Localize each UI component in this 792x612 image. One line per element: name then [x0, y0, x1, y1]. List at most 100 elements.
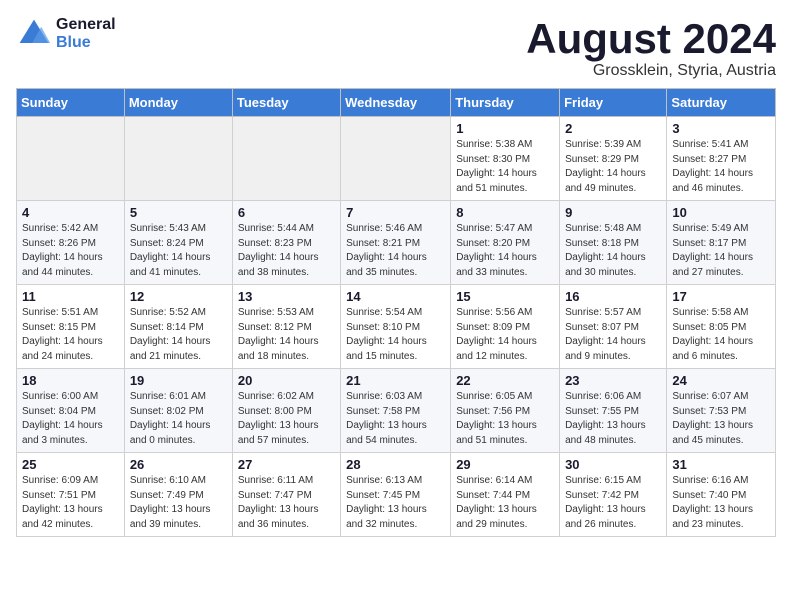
day-number: 17 — [672, 289, 770, 304]
day-info: Sunrise: 5:47 AM Sunset: 8:20 PM Dayligh… — [456, 222, 554, 280]
day-number: 31 — [672, 457, 770, 472]
day-number: 25 — [22, 457, 119, 472]
calendar-cell: 27 Sunrise: 6:11 AM Sunset: 7:47 PM Dayli… — [232, 453, 340, 537]
day-number: 30 — [565, 457, 661, 472]
calendar-cell: 12 Sunrise: 5:52 AM Sunset: 8:14 PM Dayli… — [124, 285, 232, 369]
day-number: 8 — [456, 205, 554, 220]
logo: General Blue — [16, 16, 116, 52]
calendar-cell: 9 Sunrise: 5:48 AM Sunset: 8:18 PM Daylig… — [560, 201, 667, 285]
week-row-4: 18 Sunrise: 6:00 AM Sunset: 8:04 PM Dayli… — [17, 369, 776, 453]
day-info: Sunrise: 5:39 AM Sunset: 8:29 PM Dayligh… — [565, 138, 661, 196]
day-info: Sunrise: 5:52 AM Sunset: 8:14 PM Dayligh… — [130, 306, 227, 364]
calendar-cell: 28 Sunrise: 6:13 AM Sunset: 7:45 PM Dayli… — [341, 453, 451, 537]
day-info: Sunrise: 6:15 AM Sunset: 7:42 PM Dayligh… — [565, 474, 661, 532]
day-number: 13 — [238, 289, 335, 304]
calendar-cell: 7Sunrise: 5:46 AM Sunset: 8:21 PM Daylig… — [341, 201, 451, 285]
day-info: Sunrise: 5:57 AM Sunset: 8:07 PM Dayligh… — [565, 306, 661, 364]
day-number: 21 — [346, 373, 445, 388]
day-number: 4 — [22, 205, 119, 220]
day-number: 2 — [565, 121, 661, 136]
logo-text: General Blue — [56, 16, 116, 52]
calendar-cell: 21 Sunrise: 6:03 AM Sunset: 7:58 PM Dayli… — [341, 369, 451, 453]
day-info: Sunrise: 5:43 AM Sunset: 8:24 PM Dayligh… — [130, 222, 227, 280]
day-info: Sunrise: 5:48 AM Sunset: 8:18 PM Dayligh… — [565, 222, 661, 280]
day-info: Sunrise: 6:05 AM Sunset: 7:56 PM Dayligh… — [456, 390, 554, 448]
day-info: Sunrise: 6:06 AM Sunset: 7:55 PM Dayligh… — [565, 390, 661, 448]
day-info: Sunrise: 6:11 AM Sunset: 7:47 PM Dayligh… — [238, 474, 335, 532]
calendar-header-row: SundayMondayTuesdayWednesdayThursdayFrid… — [17, 89, 776, 117]
calendar-cell: 20 Sunrise: 6:02 AM Sunset: 8:00 PM Dayli… — [232, 369, 340, 453]
location-subtitle: Grossklein, Styria, Austria — [526, 62, 776, 80]
calendar-cell: 5 Sunrise: 5:43 AM Sunset: 8:24 PM Daylig… — [124, 201, 232, 285]
calendar-cell — [341, 117, 451, 201]
header-wednesday: Wednesday — [341, 89, 451, 117]
day-info: Sunrise: 6:09 AM Sunset: 7:51 PM Dayligh… — [22, 474, 119, 532]
day-number: 24 — [672, 373, 770, 388]
calendar-cell: 30 Sunrise: 6:15 AM Sunset: 7:42 PM Dayli… — [560, 453, 667, 537]
week-row-1: 1Sunrise: 5:38 AM Sunset: 8:30 PM Daylig… — [17, 117, 776, 201]
header-friday: Friday — [560, 89, 667, 117]
calendar-cell: 14Sunrise: 5:54 AM Sunset: 8:10 PM Dayli… — [341, 285, 451, 369]
day-number: 14 — [346, 289, 445, 304]
calendar-cell: 13 Sunrise: 5:53 AM Sunset: 8:12 PM Dayli… — [232, 285, 340, 369]
calendar-cell: 26Sunrise: 6:10 AM Sunset: 7:49 PM Dayli… — [124, 453, 232, 537]
calendar-table: SundayMondayTuesdayWednesdayThursdayFrid… — [16, 88, 776, 537]
day-info: Sunrise: 5:58 AM Sunset: 8:05 PM Dayligh… — [672, 306, 770, 364]
calendar-cell: 23 Sunrise: 6:06 AM Sunset: 7:55 PM Dayli… — [560, 369, 667, 453]
day-info: Sunrise: 5:49 AM Sunset: 8:17 PM Dayligh… — [672, 222, 770, 280]
day-number: 20 — [238, 373, 335, 388]
day-number: 9 — [565, 205, 661, 220]
day-info: Sunrise: 6:07 AM Sunset: 7:53 PM Dayligh… — [672, 390, 770, 448]
day-info: Sunrise: 5:56 AM Sunset: 8:09 PM Dayligh… — [456, 306, 554, 364]
day-info: Sunrise: 6:03 AM Sunset: 7:58 PM Dayligh… — [346, 390, 445, 448]
day-number: 18 — [22, 373, 119, 388]
day-number: 15 — [456, 289, 554, 304]
header-tuesday: Tuesday — [232, 89, 340, 117]
day-number: 22 — [456, 373, 554, 388]
calendar-cell — [232, 117, 340, 201]
day-info: Sunrise: 5:38 AM Sunset: 8:30 PM Dayligh… — [456, 138, 554, 196]
day-info: Sunrise: 6:02 AM Sunset: 8:00 PM Dayligh… — [238, 390, 335, 448]
header-thursday: Thursday — [451, 89, 560, 117]
day-info: Sunrise: 5:41 AM Sunset: 8:27 PM Dayligh… — [672, 138, 770, 196]
month-title: August 2024 — [526, 16, 776, 62]
day-number: 16 — [565, 289, 661, 304]
day-info: Sunrise: 6:00 AM Sunset: 8:04 PM Dayligh… — [22, 390, 119, 448]
calendar-cell: 8 Sunrise: 5:47 AM Sunset: 8:20 PM Daylig… — [451, 201, 560, 285]
day-number: 28 — [346, 457, 445, 472]
day-number: 29 — [456, 457, 554, 472]
calendar-cell: 24 Sunrise: 6:07 AM Sunset: 7:53 PM Dayli… — [667, 369, 776, 453]
calendar-cell: 29 Sunrise: 6:14 AM Sunset: 7:44 PM Dayli… — [451, 453, 560, 537]
day-number: 26 — [130, 457, 227, 472]
day-info: Sunrise: 6:14 AM Sunset: 7:44 PM Dayligh… — [456, 474, 554, 532]
day-info: Sunrise: 5:44 AM Sunset: 8:23 PM Dayligh… — [238, 222, 335, 280]
calendar-cell: 1Sunrise: 5:38 AM Sunset: 8:30 PM Daylig… — [451, 117, 560, 201]
calendar-cell: 3 Sunrise: 5:41 AM Sunset: 8:27 PM Daylig… — [667, 117, 776, 201]
calendar-cell: 10 Sunrise: 5:49 AM Sunset: 8:17 PM Dayli… — [667, 201, 776, 285]
day-info: Sunrise: 6:13 AM Sunset: 7:45 PM Dayligh… — [346, 474, 445, 532]
week-row-3: 11 Sunrise: 5:51 AM Sunset: 8:15 PM Dayli… — [17, 285, 776, 369]
day-number: 19 — [130, 373, 227, 388]
day-number: 11 — [22, 289, 119, 304]
logo-icon — [16, 16, 52, 52]
calendar-cell: 16 Sunrise: 5:57 AM Sunset: 8:07 PM Dayli… — [560, 285, 667, 369]
day-number: 10 — [672, 205, 770, 220]
title-area: August 2024 Grossklein, Styria, Austria — [526, 16, 776, 80]
calendar-cell: 18 Sunrise: 6:00 AM Sunset: 8:04 PM Dayli… — [17, 369, 125, 453]
calendar-cell: 31Sunrise: 6:16 AM Sunset: 7:40 PM Dayli… — [667, 453, 776, 537]
calendar-cell — [124, 117, 232, 201]
day-info: Sunrise: 6:01 AM Sunset: 8:02 PM Dayligh… — [130, 390, 227, 448]
day-info: Sunrise: 5:42 AM Sunset: 8:26 PM Dayligh… — [22, 222, 119, 280]
day-info: Sunrise: 5:46 AM Sunset: 8:21 PM Dayligh… — [346, 222, 445, 280]
calendar-cell: 22 Sunrise: 6:05 AM Sunset: 7:56 PM Dayli… — [451, 369, 560, 453]
calendar-cell: 19 Sunrise: 6:01 AM Sunset: 8:02 PM Dayli… — [124, 369, 232, 453]
day-number: 3 — [672, 121, 770, 136]
day-number: 23 — [565, 373, 661, 388]
calendar-cell: 11 Sunrise: 5:51 AM Sunset: 8:15 PM Dayli… — [17, 285, 125, 369]
day-number: 5 — [130, 205, 227, 220]
day-info: Sunrise: 5:53 AM Sunset: 8:12 PM Dayligh… — [238, 306, 335, 364]
day-number: 27 — [238, 457, 335, 472]
day-number: 12 — [130, 289, 227, 304]
calendar-cell: 17 Sunrise: 5:58 AM Sunset: 8:05 PM Dayli… — [667, 285, 776, 369]
day-info: Sunrise: 5:51 AM Sunset: 8:15 PM Dayligh… — [22, 306, 119, 364]
